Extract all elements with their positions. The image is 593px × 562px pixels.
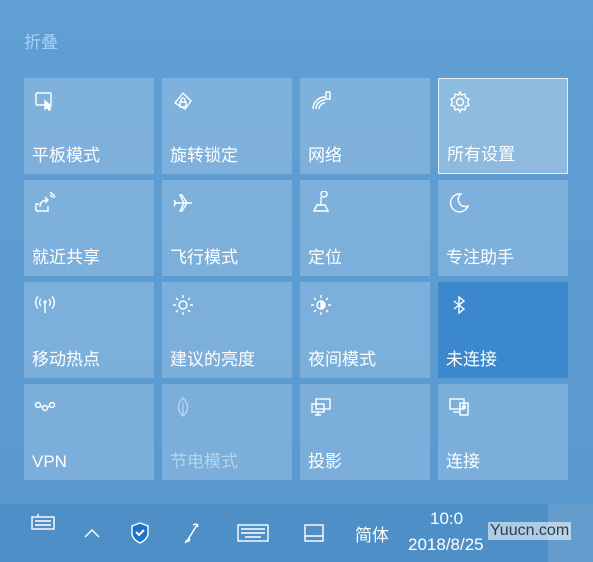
airplane-icon [170,190,196,216]
collapse-link[interactable]: 折叠 [24,28,58,53]
tile-label: 旋转锁定 [170,146,238,165]
tile-suggested-brightness[interactable]: 建议的亮度 [162,282,292,378]
tile-label: 节电模式 [170,452,238,471]
tile-label: 平板模式 [32,146,100,165]
tile-bluetooth[interactable]: 未连接 [438,282,568,378]
tile-label: 所有设置 [447,145,515,164]
tile-label: 连接 [446,452,480,471]
tile-tablet-mode[interactable]: 平板模式 [24,78,154,174]
moon-icon [446,190,472,216]
tile-night-light[interactable]: 夜间模式 [300,282,430,378]
tile-rotation-lock[interactable]: 旋转锁定 [162,78,292,174]
tile-vpn[interactable]: VPN [24,384,154,480]
shield-icon[interactable] [126,518,154,548]
bluetooth-icon [446,292,472,318]
battery-saver-icon [170,394,196,420]
gear-icon [447,89,473,115]
night-light-icon [308,292,334,318]
tile-label: 移动热点 [32,350,100,369]
show-hidden-icons-chevron-icon[interactable] [78,518,106,548]
tile-project[interactable]: 投影 [300,384,430,480]
tile-label: 投影 [308,452,342,471]
tile-label: 建议的亮度 [170,350,255,369]
action-center-panel: 折叠 平板模式 旋转锁定 网络 所有设置 就近共享 飞行模式 定位 专注助手 移… [0,0,593,504]
project-icon [308,394,334,420]
tablet-icon[interactable] [300,518,328,548]
vpn-icon [32,394,58,420]
quick-actions-grid: 平板模式 旋转锁定 网络 所有设置 就近共享 飞行模式 定位 专注助手 移动热点… [24,78,568,480]
network-icon [308,88,334,114]
tile-label: 夜间模式 [308,350,376,369]
tile-airplane-mode[interactable]: 飞行模式 [162,180,292,276]
tablet-mode-icon [32,88,58,114]
input-method-label: 简体 [355,525,389,545]
tile-label: 未连接 [446,350,497,369]
pen-icon[interactable] [178,518,206,548]
tile-label: 定位 [308,248,342,267]
tile-label: 就近共享 [32,248,100,267]
tile-location[interactable]: 定位 [300,180,430,276]
tile-label: VPN [32,452,67,471]
keyboard-icon[interactable] [236,518,270,548]
input-method-indicator[interactable]: 简体 [350,518,394,548]
tile-network[interactable]: 网络 [300,78,430,174]
tile-nearby-share[interactable]: 就近共享 [24,180,154,276]
tile-focus-assist[interactable]: 专注助手 [438,180,568,276]
watermark-text: Yuucn.com [488,522,572,540]
tile-battery-saver[interactable]: 节电模式 [162,384,292,480]
tile-all-settings[interactable]: 所有设置 [438,78,568,174]
location-icon [308,190,334,216]
hotspot-icon [32,292,58,318]
brightness-icon [170,292,196,318]
tile-label: 专注助手 [446,248,514,267]
tile-connect[interactable]: 连接 [438,384,568,480]
touch-keyboard-icon[interactable] [28,506,58,536]
tile-label: 网络 [308,146,342,165]
rotation-lock-icon [170,88,196,114]
tile-mobile-hotspot[interactable]: 移动热点 [24,282,154,378]
tile-label: 飞行模式 [170,248,238,267]
nearby-share-icon [32,190,58,216]
connect-icon [446,394,472,420]
